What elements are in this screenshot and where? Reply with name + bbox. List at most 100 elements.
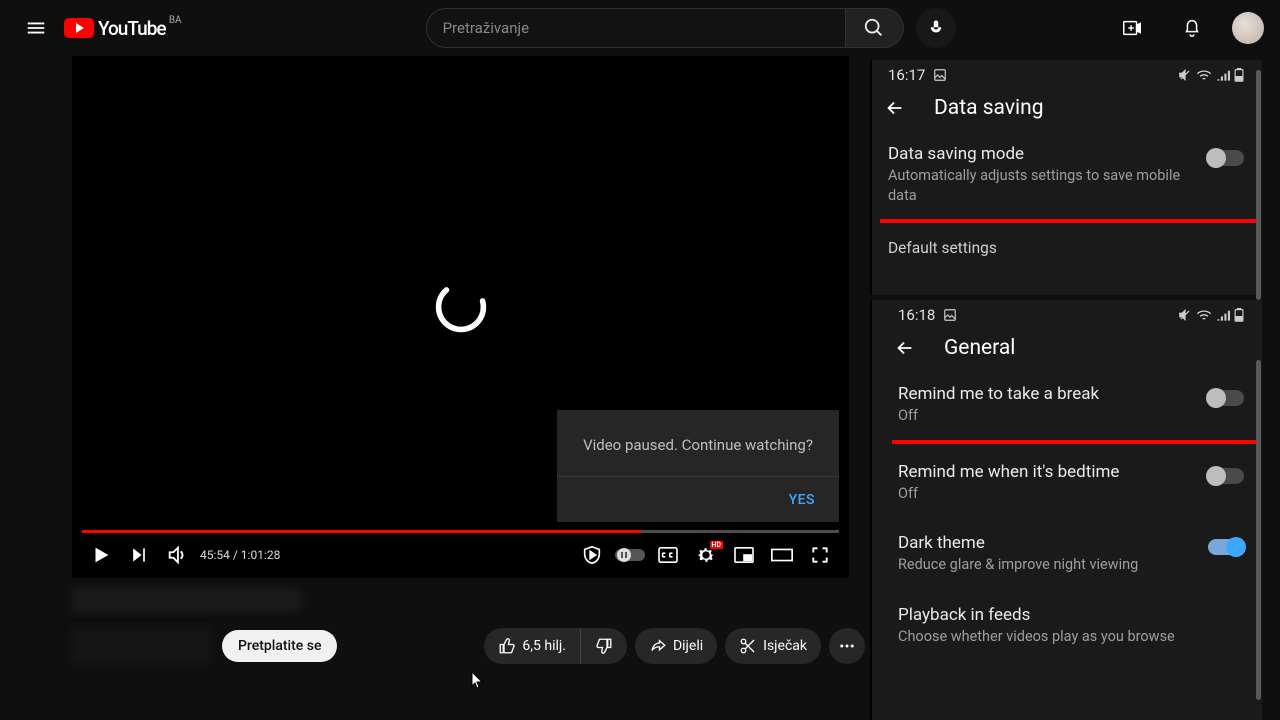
section-default-settings: Default settings bbox=[870, 223, 1262, 263]
voice-search-button[interactable] bbox=[916, 8, 956, 48]
thumbs-down-icon bbox=[595, 637, 613, 655]
paused-actions: YES bbox=[557, 476, 839, 522]
back-icon[interactable] bbox=[894, 337, 916, 359]
avatar[interactable] bbox=[1232, 12, 1264, 44]
watch-column: Video paused. Continue watching? YES 45:… bbox=[72, 56, 865, 664]
subscribe-button[interactable]: Pretplatite se bbox=[222, 630, 337, 662]
miniplayer-button[interactable] bbox=[725, 535, 763, 575]
image-icon bbox=[943, 308, 957, 322]
scissors-icon bbox=[739, 637, 757, 655]
toggle-data-saving[interactable] bbox=[1208, 150, 1244, 166]
setting-playback-feeds[interactable]: Playback in feeds Choose whether videos … bbox=[870, 587, 1262, 659]
setting-data-saving-mode[interactable]: Data saving mode Automatically adjusts s… bbox=[870, 132, 1262, 217]
like-button[interactable]: 6,5 hilj. bbox=[484, 628, 581, 664]
setting-title: Dark theme bbox=[898, 533, 1208, 553]
status-time: 16:18 bbox=[898, 306, 935, 324]
phone-header: General bbox=[870, 326, 1262, 372]
setting-take-break[interactable]: Remind me to take a break Off bbox=[870, 372, 1262, 438]
autoplay-toggle[interactable] bbox=[611, 535, 649, 575]
drm-button[interactable] bbox=[573, 535, 611, 575]
logo-text: YouTube bbox=[98, 17, 166, 40]
setting-subtitle: Off bbox=[898, 406, 1208, 426]
loading-spinner bbox=[433, 279, 489, 335]
play-icon bbox=[90, 544, 112, 566]
settings-button[interactable]: HD bbox=[687, 535, 725, 575]
channel-info-redacted bbox=[72, 628, 212, 664]
status-time: 16:17 bbox=[888, 66, 925, 84]
theater-button[interactable] bbox=[763, 535, 801, 575]
fullscreen-icon bbox=[810, 545, 830, 565]
scroll-indicator[interactable] bbox=[1256, 70, 1261, 300]
paused-message: Video paused. Continue watching? bbox=[557, 410, 839, 476]
statusbar: 16:18 bbox=[870, 300, 1262, 326]
screen-title: General bbox=[944, 336, 1015, 360]
volume-icon bbox=[166, 544, 188, 566]
fullscreen-button[interactable] bbox=[801, 535, 839, 575]
toggle-break[interactable] bbox=[1208, 390, 1244, 406]
battery-icon bbox=[1234, 68, 1244, 82]
meta-row: Pretplatite se 6,5 hilj. Dijeli bbox=[72, 628, 865, 664]
miniplayer-icon bbox=[733, 546, 755, 564]
next-button[interactable] bbox=[120, 535, 158, 575]
search-placeholder: Pretraživanje bbox=[443, 19, 529, 37]
screen-title: Data saving bbox=[934, 96, 1043, 120]
like-count: 6,5 hilj. bbox=[522, 638, 566, 654]
player-controls: 45:54 / 1:01:28 HD bbox=[72, 532, 849, 578]
captions-icon bbox=[657, 546, 679, 564]
search-input[interactable]: Pretraživanje bbox=[426, 8, 846, 48]
search-button[interactable] bbox=[846, 8, 904, 48]
country-code: BA bbox=[169, 15, 182, 26]
setting-dark-theme[interactable]: Dark theme Reduce glare & improve night … bbox=[870, 515, 1262, 587]
bell-icon bbox=[1181, 17, 1203, 39]
time-display: 45:54 / 1:01:28 bbox=[200, 548, 280, 562]
more-actions-button[interactable] bbox=[829, 628, 865, 664]
setting-subtitle: Reduce glare & improve night viewing bbox=[898, 555, 1208, 575]
play-icon bbox=[64, 18, 94, 38]
volume-button[interactable] bbox=[158, 535, 196, 575]
mute-icon bbox=[1178, 68, 1192, 82]
toggle-dark-theme[interactable] bbox=[1208, 539, 1244, 555]
phone-header: Data saving bbox=[870, 86, 1262, 132]
autoplay-icon bbox=[615, 547, 645, 563]
shield-icon bbox=[581, 544, 603, 566]
phone-general: 16:18 General Remind me to take a break … bbox=[870, 300, 1262, 720]
duration: 1:01:28 bbox=[241, 548, 281, 562]
create-button[interactable] bbox=[1112, 8, 1152, 48]
share-button[interactable]: Dijeli bbox=[635, 628, 717, 664]
toggle-bedtime[interactable] bbox=[1208, 468, 1244, 484]
setting-subtitle: Automatically adjusts settings to save m… bbox=[888, 166, 1208, 205]
dislike-button[interactable] bbox=[581, 628, 627, 664]
current-time: 45:54 bbox=[200, 548, 230, 562]
menu-icon bbox=[25, 17, 47, 39]
right-column: 16:17 Data saving Data saving mode Autom… bbox=[870, 60, 1270, 710]
setting-title: Remind me to take a break bbox=[898, 384, 1208, 404]
video-player[interactable]: Video paused. Continue watching? YES 45:… bbox=[72, 56, 849, 578]
wifi-icon bbox=[1196, 68, 1212, 82]
thumbs-up-icon bbox=[498, 637, 516, 655]
signal-icon bbox=[1216, 68, 1230, 82]
share-icon bbox=[649, 637, 667, 655]
setting-subtitle: Off bbox=[898, 484, 1208, 504]
paused-dialog: Video paused. Continue watching? YES bbox=[557, 410, 839, 522]
setting-subtitle: Choose whether videos play as you browse bbox=[898, 627, 1244, 647]
setting-title: Playback in feeds bbox=[898, 605, 1244, 625]
setting-bedtime[interactable]: Remind me when it's bedtime Off bbox=[870, 444, 1262, 516]
setting-title: Remind me when it's bedtime bbox=[898, 462, 1208, 482]
youtube-logo[interactable]: YouTube BA bbox=[64, 17, 166, 40]
share-label: Dijeli bbox=[673, 638, 703, 654]
battery-icon bbox=[1234, 308, 1244, 322]
hamburger-menu[interactable] bbox=[16, 8, 56, 48]
continue-yes-button[interactable]: YES bbox=[789, 492, 815, 508]
captions-button[interactable] bbox=[649, 535, 687, 575]
play-button[interactable] bbox=[82, 535, 120, 575]
mouse-cursor bbox=[471, 671, 485, 689]
scroll-indicator[interactable] bbox=[1256, 360, 1261, 700]
theater-icon bbox=[770, 547, 794, 563]
phone-data-saving: 16:17 Data saving Data saving mode Autom… bbox=[870, 60, 1262, 295]
wifi-icon bbox=[1196, 308, 1212, 322]
clip-button[interactable]: Isječak bbox=[725, 628, 821, 664]
signal-icon bbox=[1216, 308, 1230, 322]
notifications-button[interactable] bbox=[1172, 8, 1212, 48]
back-icon[interactable] bbox=[884, 97, 906, 119]
more-icon bbox=[838, 637, 856, 655]
